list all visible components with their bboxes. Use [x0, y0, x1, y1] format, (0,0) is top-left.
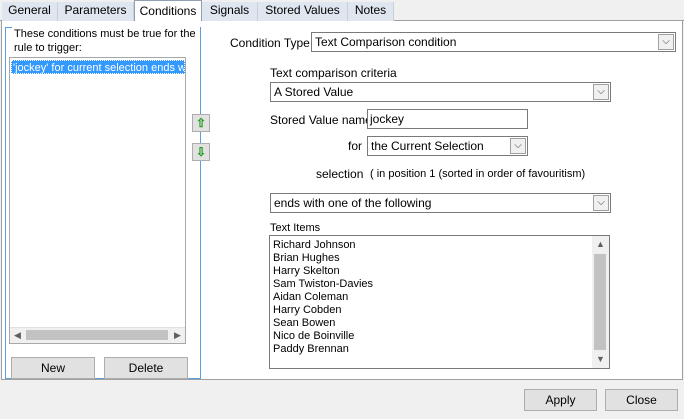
text-item: Sam Twiston-Davies — [273, 278, 374, 290]
text-item: Nico de Boinville — [273, 330, 355, 342]
conditions-horizontal-scrollbar[interactable]: ◀ ▶ — [10, 327, 185, 343]
chevron-down-icon[interactable]: ⌵ — [510, 138, 526, 154]
condition-type-select[interactable]: Text Comparison condition ⌵ — [311, 32, 676, 52]
tab-conditions[interactable]: Conditions — [134, 0, 202, 22]
text-item: Harry Skelton — [273, 265, 340, 277]
tab-stored-values[interactable]: Stored Values — [258, 2, 348, 21]
tab-strip: General Parameters Conditions Signals St… — [0, 0, 684, 22]
criteria-label: Text comparison criteria — [270, 66, 397, 80]
text-items-vertical-scrollbar[interactable]: ▲ ▼ — [592, 236, 609, 368]
tab-notes[interactable]: Notes — [348, 2, 394, 21]
selection-label: selection — [316, 167, 364, 181]
selection-value: ( in position 1 (sorted in order of favo… — [370, 168, 586, 180]
chevron-down-icon[interactable]: ⌵ — [593, 195, 609, 211]
delete-button[interactable]: Delete — [104, 357, 188, 379]
text-items-textarea[interactable]: Richard Johnson Brian Hughes Harry Skelt… — [269, 235, 610, 369]
text-item: Brian Hughes — [273, 252, 340, 264]
for-label: for — [348, 139, 363, 153]
chevron-down-icon[interactable]: ⌵ — [658, 34, 674, 50]
text-item: Paddy Brennan — [273, 343, 349, 355]
apply-button[interactable]: Apply — [524, 389, 597, 411]
scroll-up-icon[interactable]: ▲ — [592, 236, 609, 253]
condition-type-value: Text Comparison condition — [315, 35, 457, 49]
condition-type-label: Condition Type — [230, 36, 310, 50]
tab-signals[interactable]: Signals — [202, 2, 258, 21]
stored-value-input[interactable]: jockey — [367, 109, 528, 129]
conditions-group-title: These conditions must be true for the ru… — [12, 27, 200, 55]
tab-parameters[interactable]: Parameters — [58, 2, 134, 21]
scroll-right-icon[interactable]: ▶ — [170, 328, 185, 343]
move-up-button[interactable]: ⇧ — [192, 114, 210, 132]
text-item: Richard Johnson — [273, 239, 356, 251]
scrollbar-thumb[interactable] — [26, 330, 168, 340]
scrollbar-thumb[interactable] — [594, 254, 606, 350]
move-down-button[interactable]: ⇩ — [192, 143, 210, 161]
chevron-down-icon[interactable]: ⌵ — [593, 84, 609, 100]
tab-general[interactable]: General — [2, 2, 58, 21]
text-item: Harry Cobden — [273, 304, 342, 316]
comparison-value: ends with one of the following — [274, 196, 432, 210]
new-button[interactable]: New — [11, 357, 95, 379]
for-value: the Current Selection — [371, 139, 484, 153]
text-items-label: Text Items — [270, 222, 321, 234]
close-button[interactable]: Close — [605, 389, 678, 411]
comparison-select[interactable]: ends with one of the following ⌵ — [270, 193, 611, 213]
criteria-select[interactable]: A Stored Value ⌵ — [270, 82, 611, 102]
scroll-left-icon[interactable]: ◀ — [10, 328, 25, 343]
criteria-value: A Stored Value — [274, 85, 354, 99]
stored-value-label: Stored Value name — [270, 113, 372, 127]
green-up-arrow-icon: ⇧ — [195, 116, 207, 130]
conditions-list[interactable]: 'jockey' for current selection ends with… — [9, 57, 186, 344]
for-select[interactable]: the Current Selection ⌵ — [367, 136, 528, 156]
text-item: Aidan Coleman — [273, 291, 349, 303]
scroll-down-icon[interactable]: ▼ — [592, 351, 609, 368]
green-down-arrow-icon: ⇩ — [195, 145, 207, 159]
condition-list-item[interactable]: 'jockey' for current selection ends with… — [11, 60, 185, 74]
text-item: Sean Bowen — [273, 317, 336, 329]
